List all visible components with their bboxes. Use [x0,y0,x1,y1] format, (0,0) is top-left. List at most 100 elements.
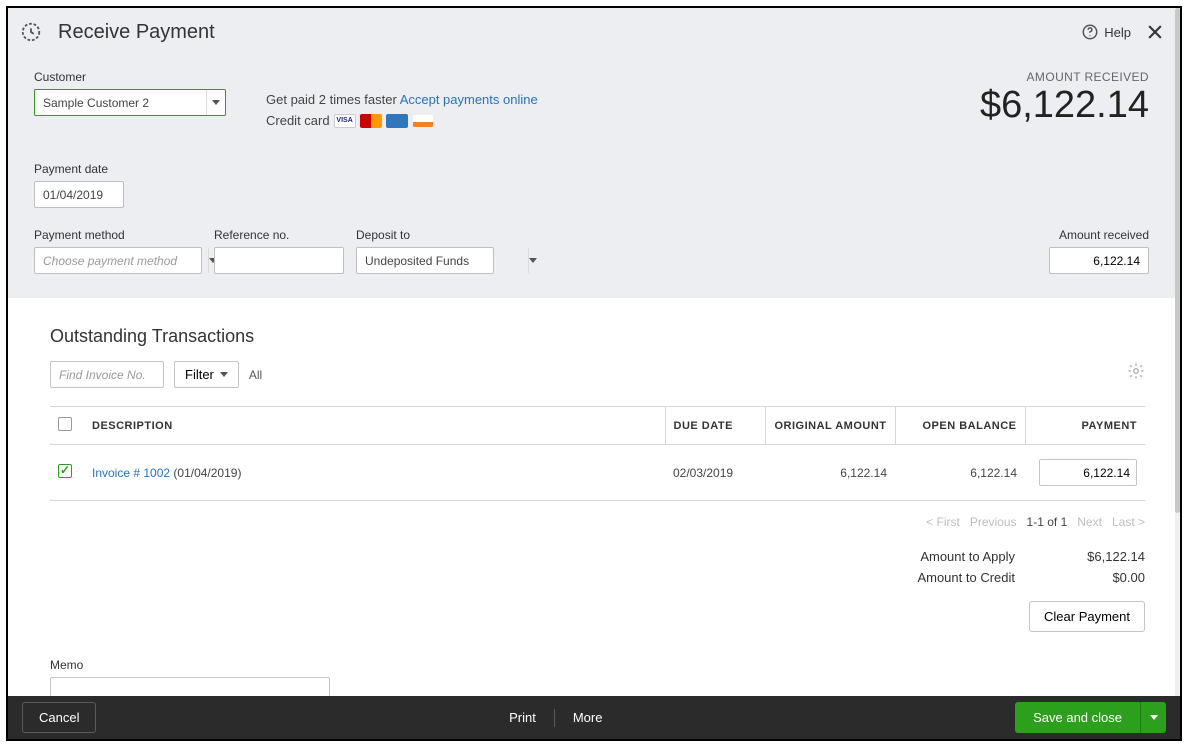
filter-row: Filter All [50,361,1145,388]
cancel-button[interactable]: Cancel [22,702,96,733]
amount-to-credit-value: $0.00 [1075,570,1145,585]
discover-icon [412,114,434,128]
amount-received-value: $6,122.14 [980,84,1149,127]
payment-date-field: Payment date [34,162,124,208]
chevron-down-icon [1150,715,1158,720]
memo-label: Memo [50,658,1145,672]
save-and-close-button[interactable]: Save and close [1015,702,1140,733]
table-row: Invoice # 1002 (01/04/2019) 02/03/2019 6… [50,445,1145,501]
payment-method-input[interactable] [35,248,208,273]
amount-to-apply-label: Amount to Apply [920,549,1015,564]
payment-date-input[interactable] [34,181,124,208]
cell-open-balance: 6,122.14 [895,445,1025,501]
page-title: Receive Payment [58,21,1081,44]
amount-to-credit-row: Amount to Credit $0.00 [917,570,1145,585]
amount-received-field-label: Amount received [1049,228,1149,242]
customer-select[interactable] [34,89,226,116]
cell-due-date: 02/03/2019 [665,445,765,501]
header-bar: Receive Payment Help [8,8,1175,56]
customer-field: Customer [34,70,226,116]
col-original-amount: ORIGINAL AMOUNT [765,407,895,445]
pager-range: 1-1 of 1 [1027,515,1068,529]
col-payment: PAYMENT [1025,407,1145,445]
amex-icon [386,114,408,128]
invoice-date: (01/04/2019) [170,466,241,480]
help-button[interactable]: Help [1081,23,1131,41]
help-icon [1081,23,1099,41]
close-button[interactable] [1145,22,1165,42]
footer-center: Print More [96,709,1015,727]
pager-first[interactable]: < First [926,515,960,529]
amount-received-input[interactable] [1049,247,1149,274]
col-due-date: DUE DATE [665,407,765,445]
select-all-checkbox[interactable] [58,417,72,431]
scroll-region: Receive Payment Help Customer Get pa [8,8,1175,696]
visa-icon: VISA [334,114,356,128]
deposit-to-caret[interactable] [528,248,537,273]
cell-description: Invoice # 1002 (01/04/2019) [84,445,665,501]
payment-cell-input[interactable] [1039,459,1137,486]
payment-method-select[interactable] [34,247,202,274]
amount-to-apply-value: $6,122.14 [1075,549,1145,564]
save-dropdown-button[interactable] [1140,702,1166,733]
payment-method-label: Payment method [34,228,202,242]
customer-input[interactable] [35,90,206,115]
customer-caret[interactable] [206,90,225,115]
reference-no-input[interactable] [214,247,344,274]
amount-received-display: AMOUNT RECEIVED $6,122.14 [980,70,1149,127]
cell-payment [1025,445,1145,501]
chevron-down-icon [220,372,228,377]
deposit-to-input[interactable] [357,248,528,273]
memo-field: Memo [50,658,1145,696]
filter-all-label: All [249,368,262,382]
mastercard-icon [360,114,382,128]
table-header-row: DESCRIPTION DUE DATE ORIGINAL AMOUNT OPE… [50,407,1145,445]
pager-next[interactable]: Next [1077,515,1102,529]
method-row: Payment method Reference no. Deposit to [34,228,1149,274]
outstanding-title: Outstanding Transactions [50,326,1145,347]
transactions-table: DESCRIPTION DUE DATE ORIGINAL AMOUNT OPE… [50,406,1145,501]
amount-to-apply-row: Amount to Apply $6,122.14 [920,549,1145,564]
invoice-link[interactable]: Invoice # 1002 [92,466,170,480]
top-form-section: Customer Get paid 2 times faster Accept … [8,56,1175,298]
save-button-group: Save and close [1015,702,1166,733]
payment-date-label: Payment date [34,162,124,176]
pager-last[interactable]: Last > [1112,515,1145,529]
accept-payments-link[interactable]: Accept payments online [400,92,538,107]
promo-text: Get paid 2 times faster Accept payments … [266,92,538,107]
filter-button[interactable]: Filter [174,361,239,388]
amount-received-label: AMOUNT RECEIVED [980,70,1149,84]
amount-to-credit-label: Amount to Credit [917,570,1015,585]
deposit-to-label: Deposit to [356,228,494,242]
outstanding-transactions-panel: Outstanding Transactions Filter All DESC… [8,298,1175,696]
promo-prefix: Get paid 2 times faster [266,92,400,107]
scrollbar-thumb[interactable] [1175,8,1180,513]
memo-textarea[interactable] [50,677,330,696]
pager-previous[interactable]: Previous [970,515,1017,529]
promo-block: Get paid 2 times faster Accept payments … [254,70,538,128]
footer-bar: Cancel Print More Save and close [8,696,1180,739]
pagination: < First Previous 1-1 of 1 Next Last > [50,515,1145,529]
totals-block: Amount to Apply $6,122.14 Amount to Cred… [50,549,1145,632]
find-invoice-input[interactable] [50,361,164,388]
history-icon[interactable] [20,21,42,43]
footer-divider [554,709,555,727]
deposit-to-select[interactable] [356,247,494,274]
print-link[interactable]: Print [509,710,536,725]
more-link[interactable]: More [573,710,603,725]
reference-no-field: Reference no. [214,228,344,274]
help-label: Help [1104,25,1131,40]
credit-card-label: Credit card [266,113,330,128]
gear-icon[interactable] [1127,362,1145,380]
amount-received-field: Amount received [1049,228,1149,274]
customer-label: Customer [34,70,226,84]
filter-label: Filter [185,367,214,382]
vertical-scrollbar[interactable] [1175,8,1180,696]
col-open-balance: OPEN BALANCE [895,407,1025,445]
col-description: DESCRIPTION [84,407,665,445]
clear-payment-button[interactable]: Clear Payment [1029,601,1145,632]
deposit-to-field: Deposit to [356,228,494,274]
row-checkbox[interactable] [58,464,72,478]
cell-original-amount: 6,122.14 [765,445,895,501]
payment-method-field: Payment method [34,228,202,274]
